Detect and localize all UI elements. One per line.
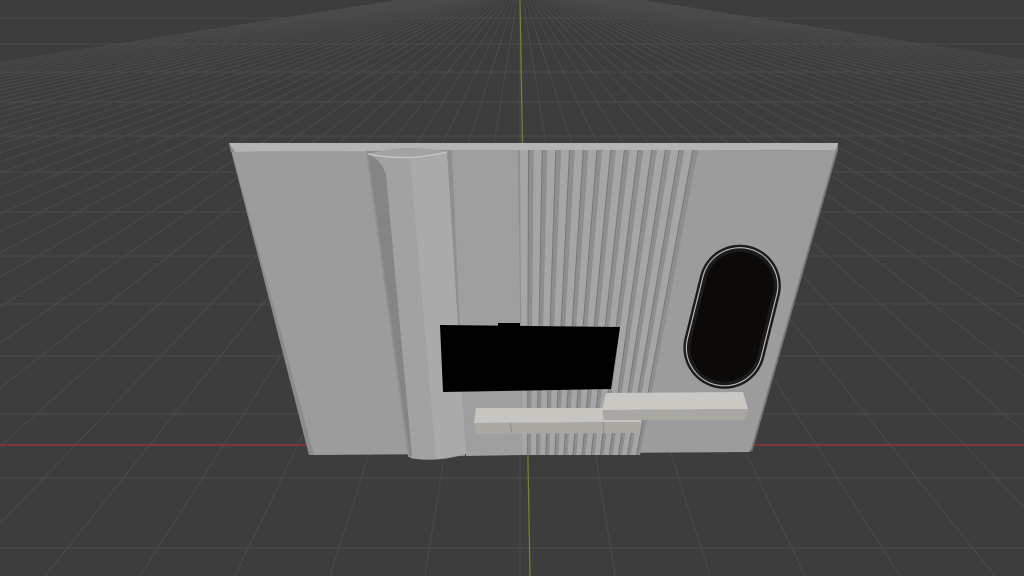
slider-upper-front [602, 409, 748, 420]
panel-model[interactable] [229, 143, 838, 460]
slider-upper[interactable] [602, 392, 748, 420]
viewport-canvas[interactable] [0, 0, 1024, 576]
3d-viewport[interactable] [0, 0, 1024, 576]
black-occluder-notch [498, 323, 520, 329]
black-occluder [440, 325, 620, 392]
slider-upper-top [602, 392, 748, 410]
slider-lower-front [474, 422, 641, 434]
